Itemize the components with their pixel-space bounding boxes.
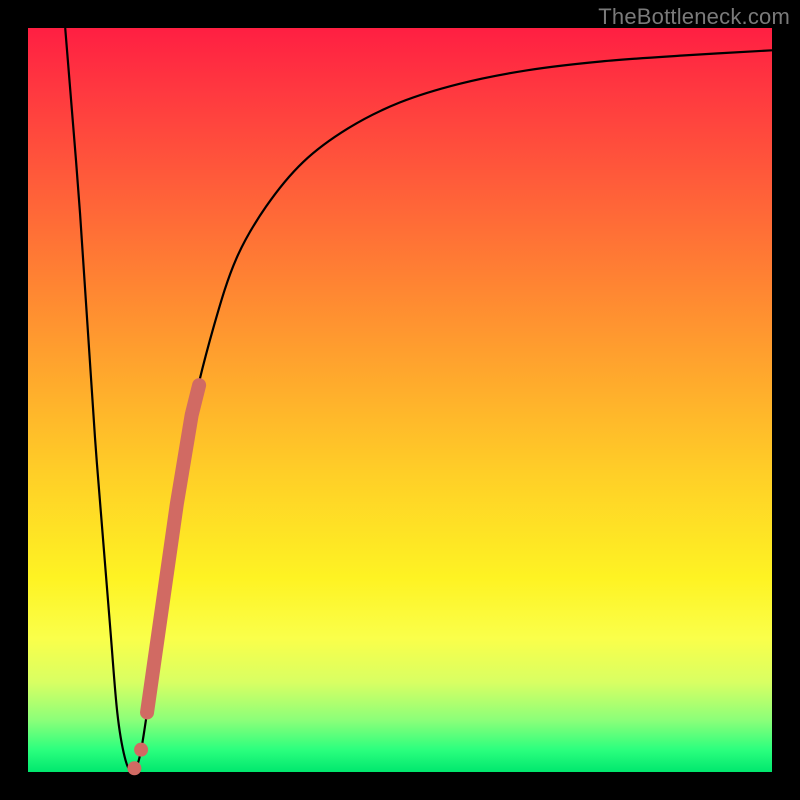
overlay-dot <box>127 761 141 775</box>
attribution-text: TheBottleneck.com <box>598 4 790 30</box>
overlay-dot <box>134 743 148 757</box>
bottleneck-curve <box>65 28 772 772</box>
chart-svg <box>28 28 772 772</box>
overlay-segment <box>147 385 199 712</box>
plot-area <box>28 28 772 772</box>
overlay-dots <box>127 743 148 776</box>
chart-frame: TheBottleneck.com <box>0 0 800 800</box>
